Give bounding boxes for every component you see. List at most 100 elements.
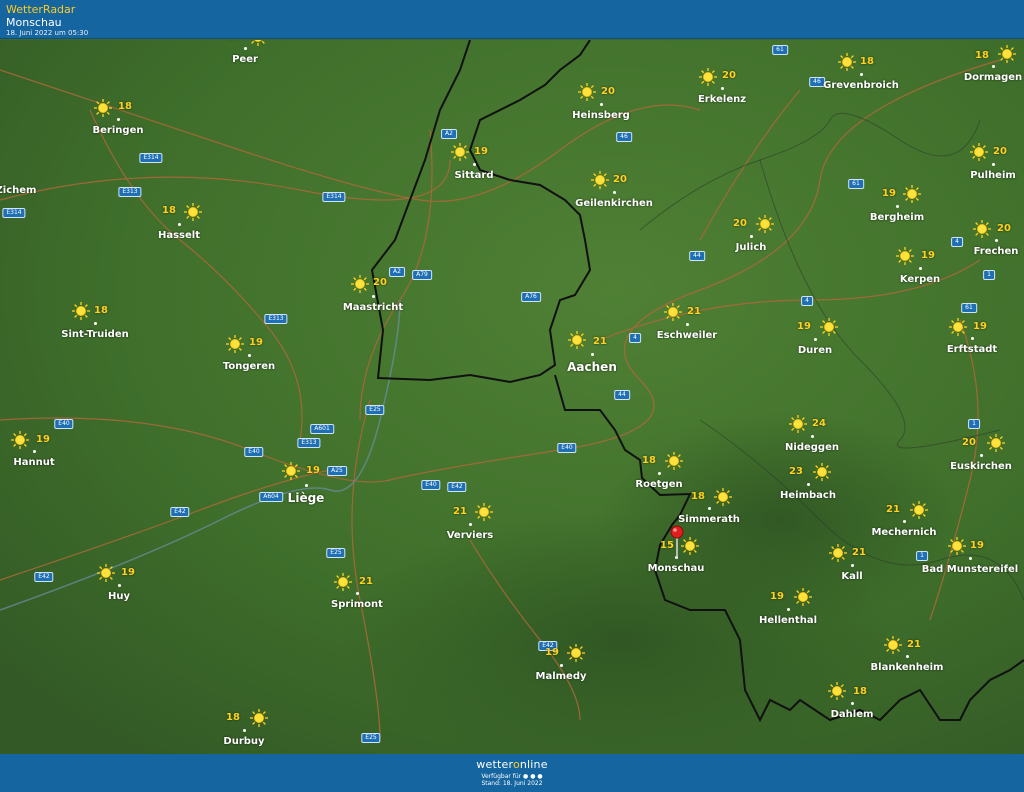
road-sign: A2 [389,267,405,277]
sun-icon [249,708,269,728]
city-label-bergheim: Bergheim [869,212,925,223]
temperature-label: 21 [593,336,607,347]
temperature-label: 19 [249,337,263,348]
city-marker [969,557,972,560]
city-label-kall: Kall [841,571,863,582]
city-label-malmedy: Malmedy [535,671,587,682]
road-sign: 4 [951,237,963,247]
city-label-frechen: Frechen [973,246,1019,257]
road-sign: E42 [34,572,54,582]
temperature-label: 20 [722,70,736,81]
city-marker [896,205,899,208]
sun-icon [590,170,610,190]
map-pin-icon[interactable] [670,525,684,559]
city-label-monschau: Monschau [647,563,705,574]
city-label-nideggen: Nideggen [785,442,839,453]
temperature-label: 20 [601,86,615,97]
city-marker [992,65,995,68]
road-sign: E313 [297,438,321,448]
temperature-label: 19 [770,591,784,602]
city-label-huy: Huy [107,591,131,602]
city-marker [248,354,251,357]
road-sign: 61 [772,45,788,55]
city-marker [686,323,689,326]
city-label-simmerath: Simmerath [678,514,740,525]
sun-icon [225,334,245,354]
sun-icon [183,202,203,222]
temperature-label: 19 [36,434,50,445]
temperature-label: 21 [852,547,866,558]
stand-text: Stand: 18. Juni 2022 [481,780,543,787]
road-sign: 46 [616,132,632,142]
sun-icon [895,246,915,266]
sun-icon [96,563,116,583]
temperature-label: 21 [886,504,900,515]
city-label-durbuy: Durbuy [223,736,265,747]
temperature-label: 19 [545,647,559,658]
city-label-hasselt: Hasselt [157,230,201,241]
city-marker [708,507,711,510]
road-sign: A79 [412,270,432,280]
temperature-label: 20 [997,223,1011,234]
apple-icon[interactable]: ● [523,773,528,780]
city-label-hannut: Hannut [13,457,55,468]
city-label-hellenthal: Hellenthal [759,615,817,626]
temperature-label: 19 [797,321,811,332]
sun-icon [248,40,268,47]
android-icon[interactable]: ● [530,773,535,780]
road-sign: 1 [983,270,995,280]
city-label-zichem: Zichem [0,185,37,196]
city-label-dormagen: Dormagen [963,72,1023,83]
web-icon[interactable]: ● [537,773,542,780]
city-marker [814,338,817,341]
city-label-maastricht: Maastricht [342,302,404,313]
map-background [0,40,1024,754]
temperature-label: 18 [691,491,705,502]
weather-map[interactable]: 61 46 A2 46 E314 E313 E314 E314 61 4 44 A2 A79 1 A76 4 6… [0,40,1024,754]
app-header: WetterRadar Monschau 18. Juni 2022 um 05… [0,0,1024,39]
temperature-label: 18 [118,101,132,112]
sun-icon [281,461,301,481]
road-sign: E40 [54,419,74,429]
temperature-label: 19 [882,188,896,199]
road-sign: E25 [365,405,385,415]
city-label-liege: Liège [287,491,325,505]
city-label-verviers: Verviers [446,530,494,541]
sun-icon [902,184,922,204]
sun-icon [827,681,847,701]
city-label-peer: Peer [232,54,258,65]
temperature-label: 24 [812,418,826,429]
city-label-badmunstereifel: Bad Munstereifel [921,564,1019,575]
road-sign: E40 [557,443,577,453]
timestamp: 18. Juni 2022 um 05:30 [6,29,89,37]
road-sign: E313 [264,314,288,324]
city-label-duren: Duren [797,345,833,356]
sun-icon [828,543,848,563]
city-marker [971,337,974,340]
city-marker [860,73,863,76]
brand-part: nline [519,758,548,771]
road-sign: E25 [326,548,346,558]
city-marker [750,235,753,238]
temperature-label: 20 [962,437,976,448]
sun-icon [93,98,113,118]
city-label-heimbach: Heimbach [780,490,836,501]
temperature-label: 23 [789,466,803,477]
road-sign: A76 [521,292,541,302]
sun-icon [567,330,587,350]
city-marker [469,523,472,526]
brand-logo[interactable]: wetteronline [0,758,1024,771]
city-marker [903,520,906,523]
city-marker [117,118,120,121]
city-marker [243,729,246,732]
city-marker [372,295,375,298]
sun-icon [698,67,718,87]
city-marker [995,239,998,242]
city-marker [244,47,247,50]
temperature-label: 21 [687,306,701,317]
road-sign: 61 [848,179,864,189]
sun-icon [812,462,832,482]
temperature-label: 21 [359,576,373,587]
city-marker [919,267,922,270]
road-sign: E42 [170,507,190,517]
